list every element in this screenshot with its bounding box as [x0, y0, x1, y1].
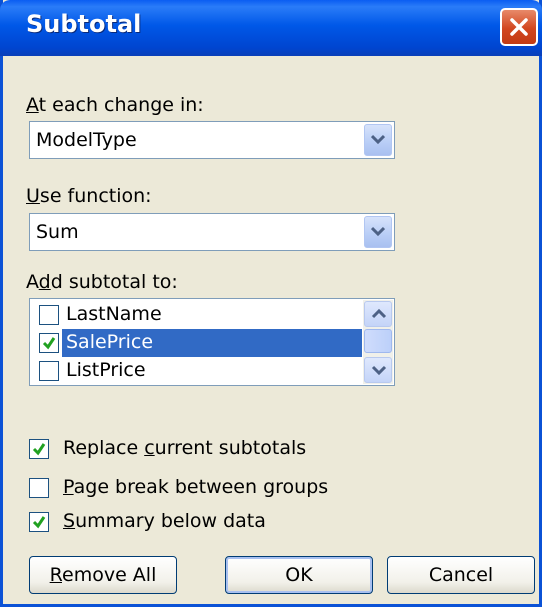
dialog-title: Subtotal	[26, 10, 142, 38]
use-function-accel: U	[26, 185, 40, 207]
chevron-up-icon	[371, 308, 387, 319]
scroll-down-button[interactable]	[364, 357, 392, 383]
page-break-label: Page break between groups	[63, 476, 328, 498]
add-subtotal-label-pre: A	[26, 271, 39, 293]
chevron-down-icon	[371, 134, 385, 145]
chevron-down-icon	[371, 226, 385, 237]
change-in-accel: A	[26, 94, 39, 116]
remove-all-accel: R	[49, 564, 62, 586]
use-function-dropdown-button[interactable]	[364, 216, 392, 248]
change-in-dropdown-button[interactable]	[364, 124, 392, 156]
replace-accel: c	[144, 437, 155, 459]
scroll-thumb[interactable]	[364, 329, 392, 353]
title-bar[interactable]: Subtotal	[0, 0, 542, 56]
subtotal-dialog: Subtotal At each change in: ModelType Us…	[0, 0, 542, 607]
use-function-label: Use function:	[26, 185, 152, 207]
add-subtotal-label: Add subtotal to:	[26, 271, 178, 293]
checkmark-icon	[32, 443, 46, 456]
chevron-down-icon	[371, 365, 387, 376]
remove-all-button[interactable]: Remove All	[29, 556, 177, 594]
listbox-scrollbar[interactable]	[363, 300, 393, 384]
close-button[interactable]	[500, 8, 538, 46]
change-in-value: ModelType	[36, 129, 137, 151]
page-break-label-rest: age break between groups	[73, 476, 329, 498]
change-in-label: At each change in:	[26, 94, 204, 116]
close-icon	[510, 18, 528, 36]
use-function-value: Sum	[36, 221, 79, 243]
add-subtotal-accel: d	[38, 271, 51, 293]
saleprice-checkbox[interactable]	[39, 333, 59, 353]
add-subtotal-label-rest: d subtotal to:	[50, 271, 178, 293]
change-in-combo[interactable]: ModelType	[29, 121, 395, 159]
replace-label-rest: urrent subtotals	[154, 437, 307, 459]
page-break-checkbox[interactable]	[29, 478, 49, 498]
checkmark-icon	[32, 516, 46, 529]
summary-accel: S	[63, 510, 76, 532]
ok-button[interactable]: OK	[225, 556, 373, 594]
list-item-label: SalePrice	[66, 331, 154, 353]
scroll-up-button[interactable]	[364, 301, 392, 327]
list-item-lastname[interactable]: LastName	[32, 301, 362, 329]
list-item-listprice[interactable]: ListPrice	[32, 357, 362, 385]
list-item-saleprice[interactable]: SalePrice	[32, 329, 362, 357]
replace-subtotals-checkbox[interactable]	[29, 439, 49, 459]
summary-below-checkbox[interactable]	[29, 512, 49, 532]
remove-all-label-rest: emove All	[62, 564, 157, 586]
change-in-label-rest: t each change in:	[38, 94, 204, 116]
lastname-checkbox[interactable]	[39, 305, 59, 325]
summary-below-label: Summary below data	[63, 510, 266, 532]
replace-subtotals-label: Replace current subtotals	[63, 437, 306, 459]
use-function-combo[interactable]: Sum	[29, 213, 395, 251]
summary-label-rest: ummary below data	[75, 510, 266, 532]
cancel-button[interactable]: Cancel	[387, 556, 535, 594]
checkmark-icon	[42, 337, 56, 350]
page-break-accel: P	[63, 476, 74, 498]
list-item-label: LastName	[66, 303, 162, 325]
add-subtotal-listbox[interactable]: LastName SalePrice ListPrice	[29, 298, 395, 386]
listprice-checkbox[interactable]	[39, 361, 59, 381]
use-function-label-rest: se function:	[39, 185, 152, 207]
list-item-label: ListPrice	[66, 359, 146, 381]
replace-label-pre: Replace	[63, 437, 145, 459]
